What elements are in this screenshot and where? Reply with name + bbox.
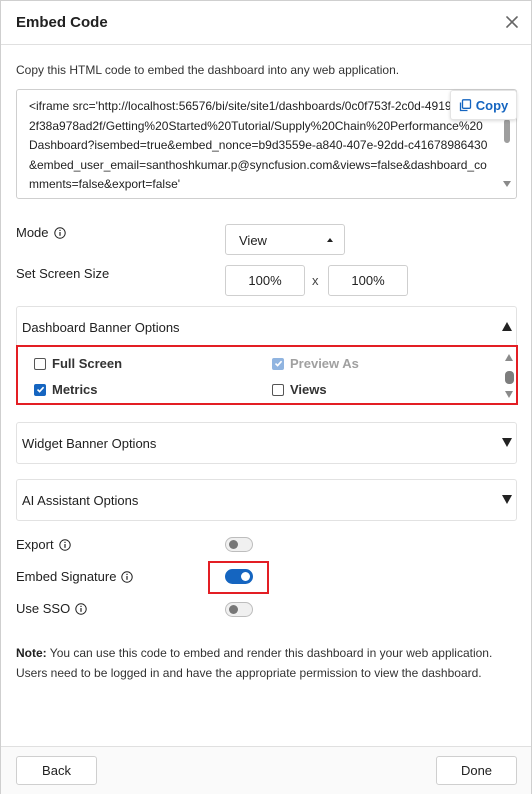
check-icon [36,386,44,393]
info-icon[interactable] [121,570,134,583]
toggle-knob [229,605,238,614]
dialog-title: Embed Code [16,14,108,31]
options-scroll-down-icon[interactable] [505,391,513,398]
info-icon[interactable] [58,538,71,551]
check-icon [274,360,282,367]
screen-height-input[interactable]: 100% [328,265,408,296]
copy-button[interactable]: Copy [450,90,517,120]
full-screen-checkbox[interactable] [34,357,46,370]
info-icon[interactable] [75,602,87,615]
toggle-knob [241,572,250,581]
mode-select[interactable]: View [225,224,345,255]
full-screen-option[interactable]: Full Screen [34,356,122,371]
dialog-description: Copy this HTML code to embed the dashboa… [16,63,400,77]
widget-banner-title: Widget Banner Options [22,436,157,451]
dialog-footer: Back Done [1,746,531,794]
embed-code-textarea[interactable]: <iframe src='http://localhost:56576/bi/s… [16,89,517,199]
note-prefix: Note: [16,646,47,660]
metrics-option[interactable]: Metrics [34,382,98,397]
info-icon[interactable] [53,226,66,239]
metrics-label: Metrics [52,382,98,397]
ai-assistant-options-panel[interactable]: AI Assistant Options [16,479,517,521]
views-checkbox[interactable] [272,383,284,396]
options-scrollbar-thumb[interactable] [505,371,514,384]
dashboard-banner-options-panel[interactable]: Dashboard Banner Options [16,306,517,349]
export-toggle[interactable] [225,537,253,552]
embed-code-dialog: Embed Code Copy this HTML code to embed … [0,0,532,794]
widget-banner-options-panel[interactable]: Widget Banner Options [16,422,517,464]
screen-width-input[interactable]: 100% [225,265,305,296]
screen-size-label: Set Screen Size [16,266,110,281]
done-button[interactable]: Done [436,756,517,785]
expand-icon[interactable] [502,438,512,447]
options-scroll-up-icon[interactable] [505,354,513,361]
collapse-icon[interactable] [502,322,512,331]
mode-select-value: View [239,233,267,248]
preview-as-option: Preview As [272,356,359,371]
back-button[interactable]: Back [16,756,97,785]
preview-as-label: Preview As [290,356,359,371]
dashboard-banner-title: Dashboard Banner Options [22,320,180,335]
note-text: Note: You can use this code to embed and… [16,644,521,683]
use-sso-label-row: Use SSO [16,601,87,616]
copy-icon [459,98,471,111]
use-sso-toggle[interactable] [225,602,253,617]
views-option[interactable]: Views [272,382,327,397]
mode-label-row: Mode [16,225,66,240]
toggle-knob [229,540,238,549]
embed-signature-label: Embed Signature [16,569,117,584]
embed-signature-toggle[interactable] [225,569,253,584]
embed-signature-label-row: Embed Signature [16,569,134,584]
embed-code-text: <iframe src='http://localhost:56576/bi/s… [29,99,488,191]
caret-up-icon [327,238,333,242]
dashboard-banner-options-list: Full Screen Preview As Metrics Views [16,345,518,405]
export-label-row: Export [16,537,71,552]
code-scroll-down-icon[interactable] [503,181,511,187]
mode-label: Mode [16,225,49,240]
export-label: Export [16,537,54,552]
copy-label: Copy [475,97,509,113]
views-label: Views [290,382,327,397]
use-sso-label: Use SSO [16,601,71,616]
size-separator: x [312,273,319,288]
dialog-header: Embed Code [1,1,531,45]
note-body: You can use this code to embed and rende… [16,646,493,680]
full-screen-label: Full Screen [52,356,123,371]
ai-assistant-title: AI Assistant Options [22,493,139,508]
code-scrollbar-thumb[interactable] [504,119,510,143]
close-icon[interactable] [503,13,521,31]
metrics-checkbox[interactable] [34,383,46,396]
expand-icon[interactable] [502,495,512,504]
preview-as-checkbox [272,357,284,370]
